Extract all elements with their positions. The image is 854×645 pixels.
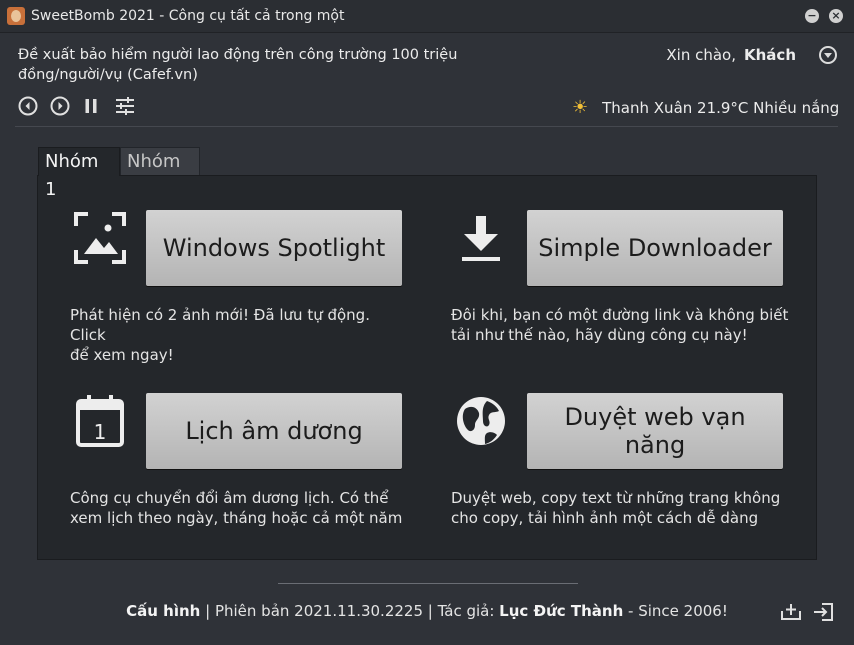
user-name[interactable]: Khách xyxy=(744,46,796,64)
close-button[interactable]: × xyxy=(829,9,843,23)
previous-icon[interactable] xyxy=(18,96,38,116)
tools-panel: Windows Spotlight Phát hiện có 2 ảnh mới… xyxy=(37,175,817,560)
pause-icon[interactable] xyxy=(81,96,101,116)
next-icon[interactable] xyxy=(50,96,70,116)
simple-downloader-button[interactable]: Simple Downloader xyxy=(527,210,783,286)
web-browser-button[interactable]: Duyệt web vạn năng xyxy=(527,393,783,469)
calendar-icon: 1 xyxy=(76,395,124,447)
version-info: | Phiên bản 2021.11.30.2225 | Tác giả: xyxy=(200,602,500,620)
calendar-day-number: 1 xyxy=(94,420,107,444)
title-bar: SweetBomb 2021 - Công cụ tất cả trong mộ… xyxy=(0,0,854,33)
app-logo-icon xyxy=(7,7,25,25)
weather-text: Thanh Xuân 21.9°C Nhiều nắng xyxy=(602,98,840,117)
lunar-calendar-description: Công cụ chuyển đổi âm dương lịch. Có thể… xyxy=(70,489,403,527)
news-headline[interactable]: Đề xuất bảo hiểm người lao động trên côn… xyxy=(18,45,468,85)
user-menu-chevron-icon[interactable] xyxy=(819,46,837,64)
windows-spotlight-description[interactable]: Phát hiện có 2 ảnh mới! Đã lưu tự động. … xyxy=(70,305,410,365)
author-link[interactable]: Lục Đức Thành xyxy=(499,602,623,620)
tab-group-1[interactable]: Nhóm 1 xyxy=(38,147,120,200)
footer-divider xyxy=(278,583,578,584)
sun-icon: ☀ xyxy=(572,97,589,118)
config-link[interactable]: Cấu hình xyxy=(126,602,200,620)
weather-widget: ☀ Thanh Xuân 21.9°C Nhiều nắng xyxy=(572,97,839,118)
install-icon[interactable] xyxy=(780,602,802,622)
lunar-calendar-button[interactable]: Lịch âm dương xyxy=(146,393,402,469)
window-title: SweetBomb 2021 - Công cụ tất cả trong mộ… xyxy=(31,8,345,24)
image-frame-icon xyxy=(74,212,126,264)
since-text: - Since 2006! xyxy=(623,602,728,620)
windows-spotlight-button[interactable]: Windows Spotlight xyxy=(146,210,402,286)
footer: Cấu hình | Phiên bản 2021.11.30.2225 | T… xyxy=(0,602,854,620)
header-divider xyxy=(15,126,838,127)
exit-icon[interactable] xyxy=(812,602,834,622)
globe-icon xyxy=(457,397,505,445)
greeting-text: Xin chào, xyxy=(666,46,736,64)
minimize-button[interactable]: − xyxy=(805,9,819,23)
simple-downloader-description: Đôi khi, bạn có một đường link và không … xyxy=(451,306,789,344)
greeting: Xin chào, Khách xyxy=(666,46,796,64)
download-icon xyxy=(462,216,500,261)
settings-sliders-icon[interactable] xyxy=(115,96,135,116)
web-browser-description: Duyệt web, copy text từ những trang khôn… xyxy=(451,489,781,527)
tab-group-2[interactable]: Nhóm 2 xyxy=(120,147,200,200)
